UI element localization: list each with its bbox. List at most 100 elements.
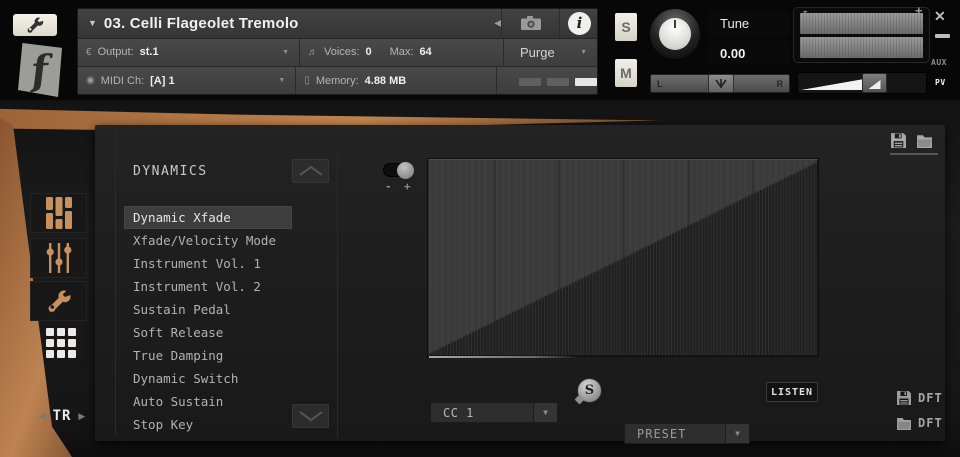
- kontakt-instrument-window: f ▼ 03. Celli Flageolet Tremolo ◀ ▶ i: [0, 0, 960, 457]
- volume-minus[interactable]: -: [803, 3, 807, 18]
- faders-icon: [45, 243, 73, 273]
- dft-save-label: DFT: [918, 391, 943, 405]
- max-value[interactable]: 64: [419, 46, 431, 58]
- tune-knob-cap: [659, 18, 691, 50]
- mute-button[interactable]: M: [614, 58, 638, 88]
- page-label: TR: [53, 408, 72, 424]
- fluffy-audio-logo: f: [18, 43, 62, 97]
- value-minus-button[interactable]: -: [385, 180, 392, 193]
- memory-readout: ▯ Memory: 4.88 MB: [295, 67, 496, 94]
- xfade-curve-display[interactable]: [428, 159, 818, 356]
- menu-item[interactable]: Instrument Vol. 2: [124, 275, 292, 298]
- scroll-down-button[interactable]: [292, 404, 329, 428]
- tune-label: Tune: [708, 11, 790, 36]
- listen-button[interactable]: LISTEN: [766, 382, 818, 402]
- chevron-up-icon: [298, 165, 324, 177]
- menu-item[interactable]: Stop Key: [124, 413, 292, 436]
- title-bar[interactable]: ▼ 03. Celli Flageolet Tremolo ◀ ▶ i: [78, 9, 597, 39]
- aux-button[interactable]: AUX: [931, 58, 947, 67]
- instrument-title: 03. Celli Flageolet Tremolo: [104, 15, 299, 32]
- folder-icon[interactable]: [916, 132, 933, 149]
- cc-source-dropdown[interactable]: CC 1 ▼: [430, 402, 558, 423]
- purge-indicator: [547, 78, 569, 86]
- pan-right-label: R: [777, 79, 784, 89]
- tune-knob[interactable]: [650, 9, 700, 59]
- chevron-down-icon[interactable]: ▼: [533, 403, 557, 422]
- menu-display-divider: [337, 150, 338, 438]
- voices-value: 0: [365, 46, 371, 58]
- tab-keyboard[interactable]: [30, 193, 87, 233]
- meter-right: [800, 37, 923, 58]
- chevron-down-icon: ▼: [580, 49, 587, 56]
- cc-source-value: CC 1: [431, 406, 474, 420]
- pan-left-label: L: [657, 79, 663, 89]
- collapse-caret-icon[interactable]: ▼: [88, 18, 97, 28]
- scroll-up-button[interactable]: [292, 159, 329, 183]
- menu-item[interactable]: True Damping: [124, 344, 292, 367]
- output-icon: €: [86, 47, 92, 58]
- purge-indicator: [519, 78, 541, 86]
- dft-save-row[interactable]: DFT: [896, 390, 943, 406]
- output-select[interactable]: € Output: st.1 ▼: [78, 39, 299, 67]
- info-button[interactable]: i: [559, 9, 598, 38]
- output-label: Output:: [98, 46, 134, 58]
- snapshot-button[interactable]: [501, 9, 559, 38]
- voices-label: Voices:: [324, 46, 359, 58]
- purge-menu[interactable]: Purge ▼: [503, 39, 597, 67]
- edit-wrench-button[interactable]: [12, 13, 58, 37]
- tab-settings[interactable]: [30, 281, 87, 321]
- level-meters: [793, 7, 930, 63]
- menu-item[interactable]: Soft Release: [124, 321, 292, 344]
- parameter-on-toggle[interactable]: [383, 163, 413, 177]
- menu-item[interactable]: Instrument Vol. 1: [124, 252, 292, 275]
- menu-item[interactable]: Xfade/Velocity Mode: [124, 229, 292, 252]
- grid-icon: [46, 328, 54, 336]
- midi-icon: ◉: [86, 75, 95, 86]
- voices-icon: ♬: [308, 47, 318, 58]
- value-plus-button[interactable]: +: [404, 180, 411, 193]
- volume-handle[interactable]: [862, 73, 887, 93]
- volume-plus[interactable]: +: [915, 3, 923, 18]
- page-prev-icon[interactable]: ◀: [39, 411, 46, 422]
- panel-left-line: [115, 130, 116, 436]
- chevron-down-icon: ▼: [282, 49, 289, 56]
- minimize-icon[interactable]: [935, 34, 950, 38]
- memory-label: Memory:: [316, 75, 359, 87]
- instrument-header: ▼ 03. Celli Flageolet Tremolo ◀ ▶ i €: [77, 8, 598, 95]
- dft-load-row[interactable]: DFT: [896, 415, 943, 431]
- purge-indicator-active: [575, 78, 597, 86]
- memory-icon: ▯: [304, 75, 310, 86]
- chevron-down-icon[interactable]: ▼: [725, 424, 749, 443]
- xfade-curve-canvas[interactable]: [429, 160, 817, 355]
- tab-mixer[interactable]: [30, 238, 87, 278]
- preset-dropdown[interactable]: PRESET ▼: [624, 423, 750, 444]
- solo-button[interactable]: S: [614, 12, 638, 42]
- page-selector[interactable]: ◀ TR ▶: [36, 406, 88, 426]
- close-icon[interactable]: ✕: [934, 8, 946, 25]
- menu-item[interactable]: Sustain Pedal: [124, 298, 292, 321]
- folder-icon: [896, 415, 912, 431]
- tab-matrix-active[interactable]: [46, 328, 78, 360]
- midi-value: [A] 1: [150, 75, 174, 87]
- wrench-icon: [24, 17, 46, 33]
- menu-item[interactable]: Auto Sustain: [124, 390, 292, 413]
- midi-channel-select[interactable]: ◉ MIDI Ch: [A] 1 ▼: [78, 67, 295, 94]
- tune-value[interactable]: 0.00: [708, 41, 790, 65]
- menu-item[interactable]: Dynamic Xfade: [124, 206, 292, 229]
- pan-slider[interactable]: L R: [650, 74, 790, 93]
- camera-icon: [520, 15, 542, 31]
- display-baseline-highlight: [429, 356, 579, 358]
- solo-badge-icon[interactable]: S: [577, 378, 602, 403]
- purge-label: Purge: [520, 45, 555, 60]
- pv-button[interactable]: PV: [935, 78, 946, 87]
- page-next-icon[interactable]: ▶: [78, 411, 85, 422]
- chevron-down-icon: ▼: [278, 77, 285, 84]
- volume-slider[interactable]: [797, 72, 927, 94]
- memory-value: 4.88 MB: [365, 75, 407, 87]
- wrench-tool-icon: [44, 289, 74, 313]
- menu-item[interactable]: Dynamic Switch: [124, 367, 292, 390]
- info-icon: i: [568, 12, 591, 35]
- save-icon[interactable]: [890, 132, 907, 149]
- chevron-down-icon: [298, 410, 324, 422]
- pan-handle[interactable]: [708, 74, 734, 93]
